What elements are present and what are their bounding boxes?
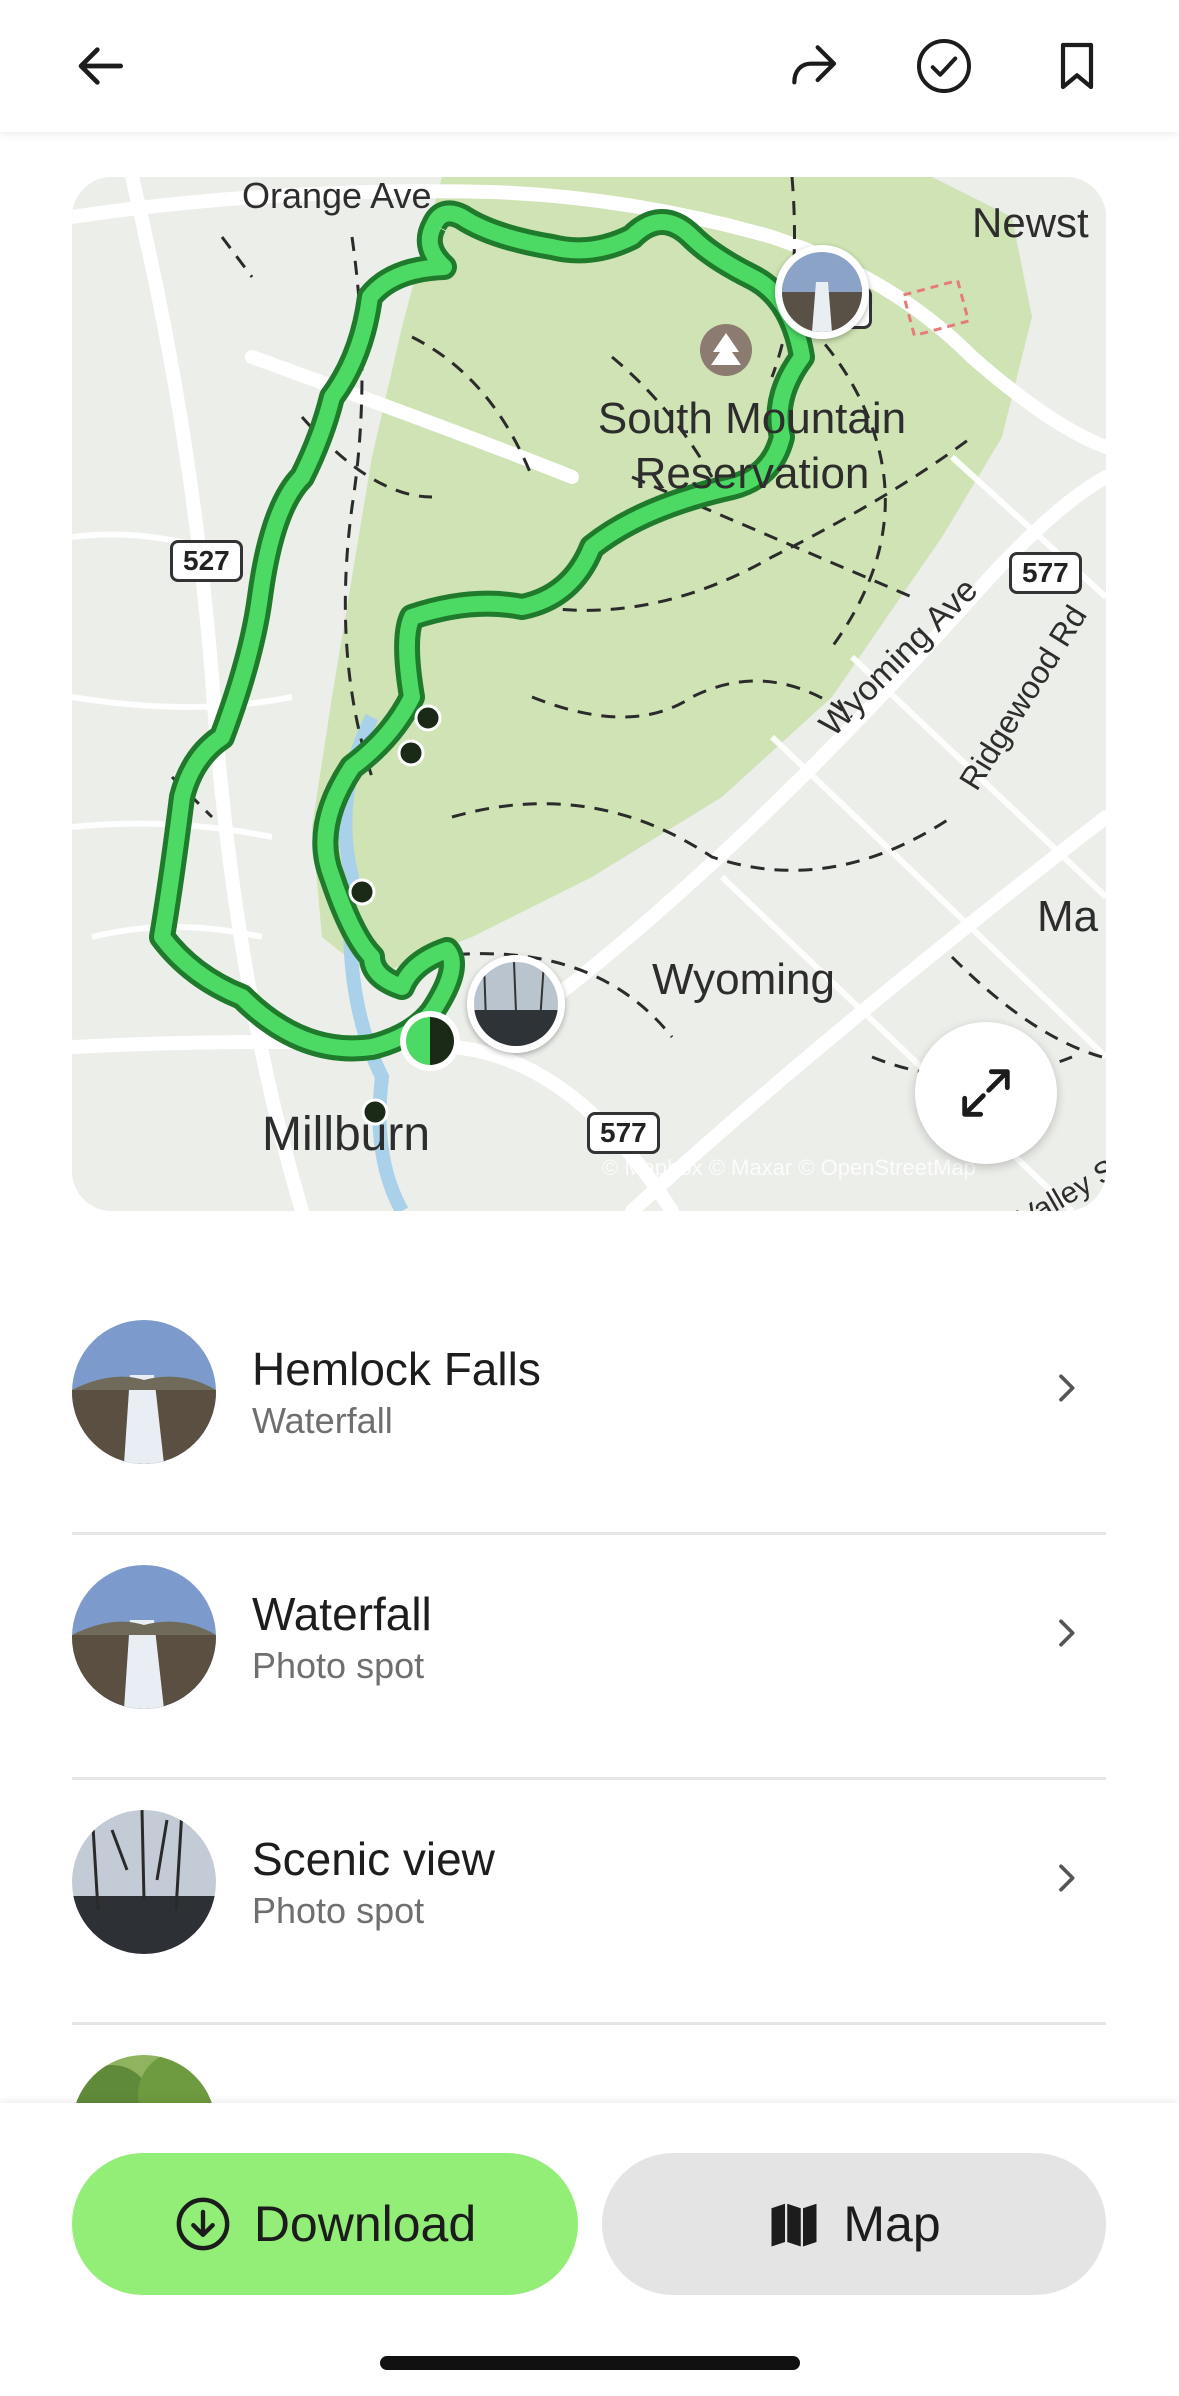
map-label-orange-ave: Orange Ave (242, 177, 432, 216)
chevron-right-icon (1059, 1619, 1075, 1647)
road-sign-577: 577 (1009, 552, 1082, 594)
download-circle-icon (176, 2197, 230, 2251)
top-bar (0, 0, 1179, 132)
scenic-view-photo (72, 1810, 216, 1954)
expand-map-button[interactable] (915, 1022, 1057, 1164)
list-item[interactable]: Scenic view Photo spot (72, 1780, 1106, 2025)
point-title: Scenic view (252, 1833, 495, 1885)
chevron-right-icon (1059, 1374, 1075, 1402)
photo-pin-scenic-view[interactable] (467, 955, 565, 1053)
trail-map[interactable]: Orange Ave Newst South Mountain Reservat… (72, 177, 1106, 1211)
waterfall-photo (72, 1565, 216, 1709)
road-sign-527: 527 (170, 540, 243, 582)
chevron-right-icon (1059, 1864, 1075, 1892)
map-icon (771, 2203, 817, 2247)
home-indicator (380, 2356, 800, 2370)
map-attribution: © Mapbox © Maxar © OpenStreetMap (602, 1155, 976, 1180)
point-subtitle: Waterfall (252, 1400, 393, 1441)
map-label-reservation-2: Reservation (634, 449, 870, 498)
road-sign-577-south: 577 (587, 1112, 660, 1154)
waypoint-dot[interactable] (414, 704, 442, 732)
map-button[interactable]: Map (602, 2153, 1106, 2295)
bookmark-button[interactable] (1037, 26, 1117, 106)
back-button[interactable] (62, 26, 142, 106)
map-label: Map (843, 2196, 941, 2252)
scenic-thumbnail (474, 962, 558, 1046)
map-label-wyoming: Wyoming (652, 955, 835, 1004)
map-label-reservation-1: South Mountain (597, 394, 907, 443)
download-button[interactable]: Download (72, 2153, 578, 2295)
list-item[interactable]: Hemlock Falls Waterfall (72, 1290, 1106, 1535)
arrow-left-icon (78, 47, 123, 85)
download-label: Download (253, 2196, 477, 2252)
map-label-millburn: Millburn (262, 1108, 431, 1161)
bottom-action-bar: Download Map (0, 2103, 1179, 2396)
map-label-newst: Newst (972, 199, 1089, 246)
mark-completed-button[interactable] (904, 26, 984, 106)
photo-pin-waterfall[interactable] (775, 245, 869, 339)
point-subtitle: Photo spot (252, 1890, 425, 1931)
list-item[interactable]: Waterfall Photo spot (72, 1535, 1106, 1780)
point-subtitle: Photo spot (252, 1645, 425, 1686)
point-title: Waterfall (252, 1588, 432, 1640)
share-arrow-icon (792, 45, 837, 85)
bookmark-icon (1060, 42, 1094, 90)
waypoint-dot[interactable] (397, 739, 425, 767)
map-label-ma: Ma (1037, 892, 1099, 941)
waypoint-dot[interactable] (348, 878, 376, 906)
waterfall-photo (72, 1320, 216, 1464)
check-circle-icon (917, 39, 971, 93)
waterfall-thumbnail (782, 252, 862, 332)
expand-arrows-icon (962, 1069, 1010, 1117)
share-button[interactable] (773, 26, 853, 106)
point-title: Hemlock Falls (252, 1343, 541, 1395)
